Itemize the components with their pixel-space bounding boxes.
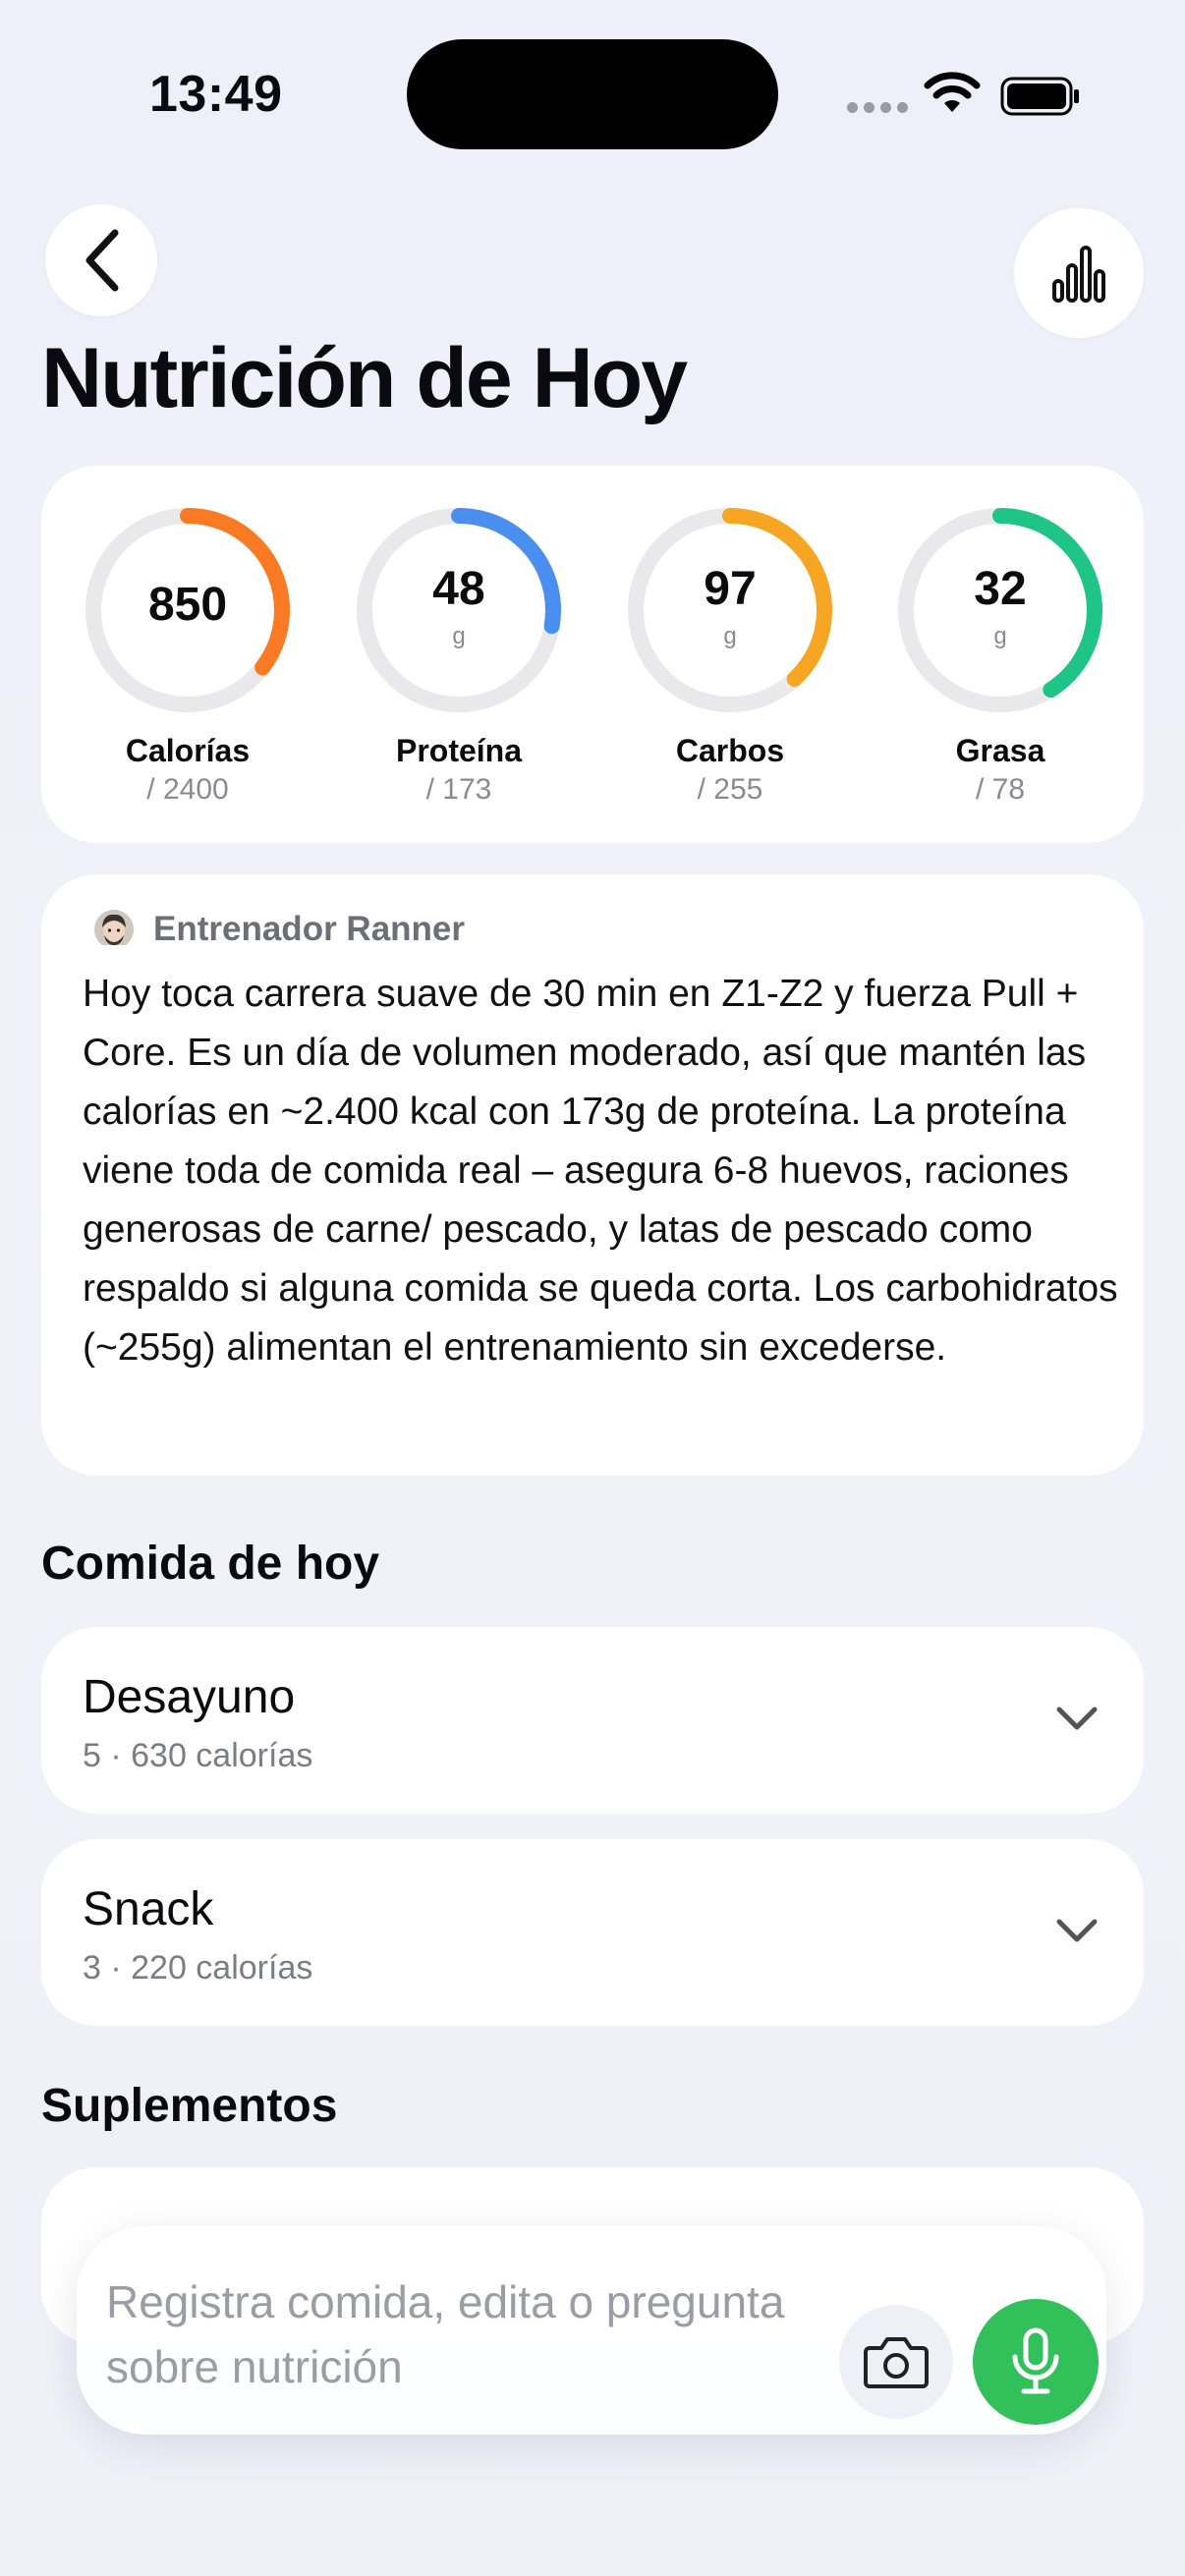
- chevron-left-icon: [85, 229, 119, 292]
- macro-calories[interactable]: 850 Calorías / 2400: [83, 505, 293, 807]
- macro-goal: / 255: [697, 773, 763, 806]
- microphone-icon: [1012, 2327, 1059, 2394]
- section-title-supplements: Suplementos: [41, 2080, 338, 2132]
- calories-value: 850: [147, 579, 228, 631]
- macro-goal: / 78: [975, 773, 1026, 806]
- bar-chart-icon: [1052, 246, 1105, 303]
- macro-carbs[interactable]: 97 g Carbos / 255: [625, 505, 835, 807]
- chevron-down-icon[interactable]: [1055, 1916, 1099, 1945]
- meal-summary: 5 · 630 calorías: [83, 1737, 313, 1774]
- page-title: Nutrición de Hoy: [41, 331, 688, 425]
- macro-fat[interactable]: 32 g Grasa / 78: [895, 505, 1105, 807]
- carbs-unit: g: [723, 623, 737, 649]
- microphone-button[interactable]: [973, 2299, 1099, 2425]
- battery-icon: [1000, 77, 1079, 116]
- meal-summary: 3 · 220 calorías: [83, 1949, 313, 1987]
- meal-card-desayuno[interactable]: Desayuno 5 · 630 calorías: [41, 1627, 1144, 1814]
- camera-button[interactable]: [839, 2305, 953, 2419]
- meal-name: Snack: [83, 1883, 214, 1935]
- macro-label: Proteína: [395, 733, 523, 768]
- meal-card-snack[interactable]: Snack 3 · 220 calorías: [41, 1839, 1144, 2026]
- coach-name: Entrenador Ranner: [153, 910, 465, 948]
- calories-progress-ring: 850: [83, 505, 293, 715]
- carbs-progress-ring: 97 g: [625, 505, 835, 715]
- macros-summary-card: 850 Calorías / 2400 48 g Proteína / 173 …: [41, 466, 1144, 843]
- protein-value: 48: [432, 563, 485, 615]
- chevron-down-icon[interactable]: [1055, 1704, 1099, 1733]
- camera-icon: [864, 2337, 929, 2388]
- meal-name: Desayuno: [83, 1671, 296, 1723]
- wifi-icon: [924, 72, 981, 112]
- macro-label: Carbos: [675, 733, 785, 768]
- coach-message-card: Entrenador Ranner Hoy toca carrera suave…: [41, 874, 1144, 1476]
- macro-label: Grasa: [955, 733, 1045, 768]
- macro-label: Calorías: [125, 733, 251, 768]
- macro-goal: / 173: [425, 773, 492, 806]
- section-title-meals: Comida de hoy: [41, 1538, 380, 1590]
- stats-button[interactable]: [1014, 208, 1144, 338]
- back-button[interactable]: [45, 204, 157, 316]
- status-time: 13:49: [149, 66, 283, 123]
- composer-input[interactable]: Registra comida, edita o pregunta sobre …: [106, 2269, 833, 2399]
- macro-goal: / 2400: [146, 773, 229, 806]
- carbs-value: 97: [704, 563, 757, 615]
- coach-avatar-icon: [94, 910, 134, 949]
- chat-composer: Registra comida, edita o pregunta sobre …: [77, 2226, 1106, 2435]
- coach-header: Entrenador Ranner: [94, 910, 465, 949]
- fat-progress-ring: 32 g: [895, 505, 1105, 715]
- macro-protein[interactable]: 48 g Proteína / 173: [354, 505, 564, 807]
- fat-value: 32: [974, 563, 1027, 615]
- coach-message: Hoy toca carrera suave de 30 min en Z1-Z…: [83, 973, 1118, 1369]
- fat-unit: g: [993, 623, 1007, 649]
- dynamic-island: [407, 39, 778, 149]
- protein-unit: g: [452, 623, 466, 649]
- protein-progress-ring: 48 g: [354, 505, 564, 715]
- cellular-signal-icon: [847, 102, 908, 113]
